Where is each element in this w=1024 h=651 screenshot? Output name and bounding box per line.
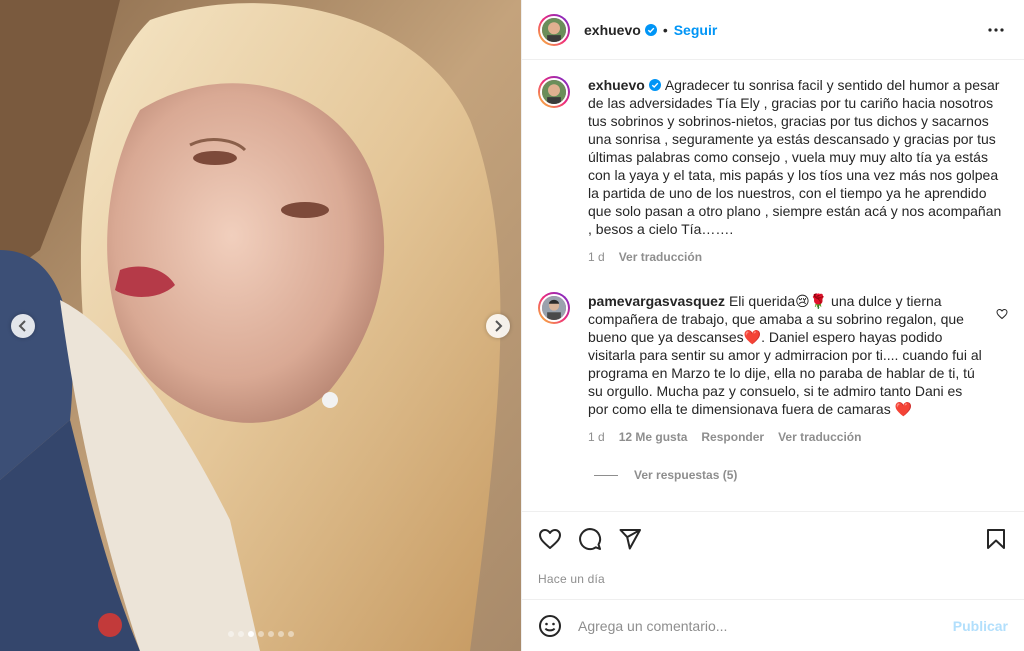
comment-reply-button[interactable]: Responder [701, 428, 764, 446]
share-paper-plane-icon[interactable] [618, 527, 642, 551]
post-header: exhuevo • Seguir [522, 0, 1024, 60]
comment-bubble-icon[interactable] [578, 527, 602, 551]
caption-age: 1 d [588, 250, 605, 264]
follow-button[interactable]: Seguir [674, 22, 718, 38]
more-options-button[interactable] [984, 18, 1008, 42]
carousel-dot [268, 631, 274, 637]
carousel-dot [238, 631, 244, 637]
commenter-username[interactable]: pamevargasvasquez [588, 293, 725, 309]
post-caption: exhuevo Agradecer tu sonrisa facil y sent… [538, 76, 1008, 266]
like-heart-icon[interactable] [538, 527, 562, 551]
carousel-dot [288, 631, 294, 637]
comments-section[interactable]: exhuevo Agradecer tu sonrisa facil y sent… [522, 60, 1024, 511]
author-avatar-image [542, 17, 566, 42]
commenter-avatar[interactable] [538, 292, 570, 324]
carousel-dot [258, 631, 264, 637]
carousel-dot [278, 631, 284, 637]
comment-item: pamevargasvasquez Eli querida😢🌹 una dulce… [538, 292, 1008, 446]
commenter-avatar-image [542, 296, 566, 320]
comment-likes-count[interactable]: 12 Me gusta [619, 428, 688, 446]
post-details-panel: exhuevo • Seguir exhuevo Agradecer tu so… [521, 0, 1024, 651]
comment-age: 1 d [588, 430, 605, 444]
more-options-icon [988, 27, 1004, 32]
caption-author-avatar[interactable] [538, 76, 570, 108]
post-timestamp[interactable]: Hace un día [538, 572, 1008, 586]
chevron-left-icon [18, 320, 26, 332]
caption-translate-link[interactable]: Ver traducción [619, 248, 702, 266]
replies-divider-line [594, 474, 618, 476]
caption-avatar-image [542, 80, 566, 104]
view-replies-button[interactable]: Ver respuestas (5) [594, 468, 1008, 482]
add-comment-bar: Agrega un comentario... Publicar [522, 599, 1024, 651]
previous-slide-button[interactable] [11, 314, 35, 338]
save-bookmark-icon[interactable] [984, 527, 1008, 551]
caption-username[interactable]: exhuevo [588, 77, 645, 93]
comment-like-heart-icon[interactable] [996, 308, 1008, 320]
carousel-dot-active [248, 631, 254, 637]
chevron-right-icon [495, 320, 503, 332]
caption-text: Agradecer tu sonrisa facil y sentido del… [588, 77, 1002, 237]
next-slide-button[interactable] [486, 314, 510, 338]
publish-comment-button[interactable]: Publicar [953, 618, 1008, 634]
separator-dot: • [662, 21, 668, 38]
comment-translate-link[interactable]: Ver traducción [778, 428, 861, 446]
comment-input[interactable]: Agrega un comentario... [578, 618, 953, 634]
comment-text: Eli querida😢🌹 una dulce y tierna compañe… [588, 293, 982, 417]
post-photo [0, 0, 521, 651]
author-username[interactable]: exhuevo [584, 22, 641, 38]
carousel-indicator [228, 631, 294, 637]
author-avatar[interactable] [538, 13, 570, 46]
carousel-dot [228, 631, 234, 637]
post-media[interactable] [0, 0, 521, 651]
verified-badge-icon [644, 23, 657, 36]
emoji-icon[interactable] [538, 614, 562, 638]
post-actions: Hace un día [522, 511, 1024, 599]
view-replies-label: Ver respuestas (5) [634, 468, 738, 482]
verified-badge-icon [648, 79, 661, 91]
